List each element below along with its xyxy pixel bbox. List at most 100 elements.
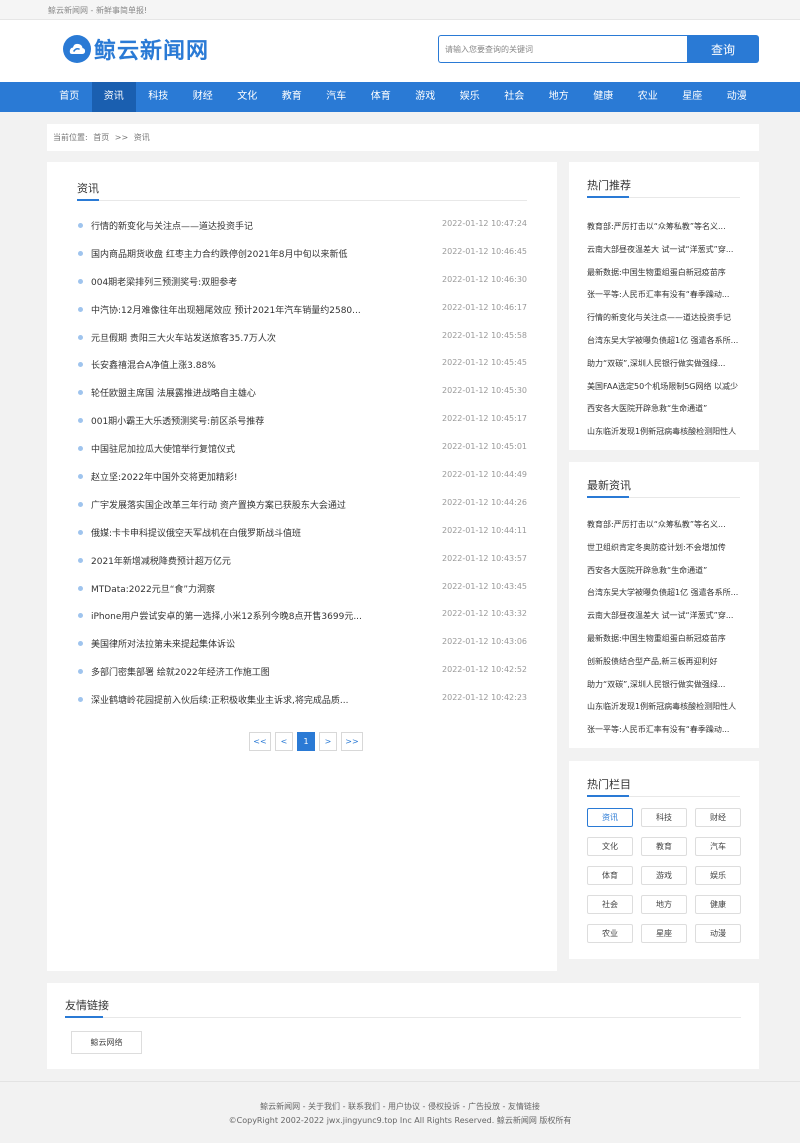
column-tag[interactable]: 科技 xyxy=(641,808,687,827)
article-title-link[interactable]: 行情的新变化与关注点——道达投资手记 xyxy=(91,219,253,232)
pager-button[interactable]: << xyxy=(249,732,271,751)
article-title-link[interactable]: 2021年新增减税降费预计超万亿元 xyxy=(91,554,231,567)
nav-item[interactable]: 健康 xyxy=(581,82,626,112)
search-button[interactable]: 查询 xyxy=(687,35,759,63)
hot-list-item[interactable]: 美国FAA选定50个机场限制5G网络 以减少 xyxy=(587,380,742,403)
hot-list-item[interactable]: 助力“双碳”,深圳人民银行做实做强绿... xyxy=(587,357,742,380)
hot-list-item[interactable]: 教育部:严厉打击以“众筹私教”等名义... xyxy=(587,220,742,243)
list-item[interactable]: 001期小霸王大乐透预测奖号:前区杀号推荐 2022-01-12 10:45:17 xyxy=(77,411,527,439)
list-item[interactable]: 中汽协:12月难像往年出现翘尾效应 预计2021年汽车销量约2580... 202… xyxy=(77,300,527,328)
article-title-link[interactable]: 多部门密集部署 绘就2022年经济工作施工图 xyxy=(91,665,270,678)
column-tag[interactable]: 地方 xyxy=(641,895,687,914)
footer-links[interactable]: 鲸云新闻网 - 关于我们 - 联系我们 - 用户协议 - 侵权投诉 - 广告投放… xyxy=(0,1101,800,1112)
column-tag[interactable]: 文化 xyxy=(587,837,633,856)
article-title-link[interactable]: 元旦假期 贵阳三大火车站发送旅客35.7万人次 xyxy=(91,331,276,344)
article-title-link[interactable]: 美国律所对法拉第未来提起集体诉讼 xyxy=(91,637,235,650)
column-tag[interactable]: 财经 xyxy=(695,808,741,827)
list-item[interactable]: 004期老梁排列三预测奖号:双胆参考 2022-01-12 10:46:30 xyxy=(77,272,527,300)
column-tag[interactable]: 体育 xyxy=(587,866,633,885)
article-title-link[interactable]: 长安鑫禧混合A净值上涨3.88% xyxy=(91,358,216,371)
column-tag[interactable]: 社会 xyxy=(587,895,633,914)
column-tag[interactable]: 农业 xyxy=(587,924,633,943)
column-tag[interactable]: 健康 xyxy=(695,895,741,914)
nav-item[interactable]: 星座 xyxy=(670,82,715,112)
list-item[interactable]: MTData:2022元旦“食”力洞察 2022-01-12 10:43:45 xyxy=(77,579,527,607)
nav-item[interactable]: 农业 xyxy=(626,82,671,112)
article-title-link[interactable]: 中汽协:12月难像往年出现翘尾效应 预计2021年汽车销量约2580... xyxy=(91,303,361,316)
nav-item[interactable]: 游戏 xyxy=(403,82,448,112)
column-tag[interactable]: 星座 xyxy=(641,924,687,943)
hot-list-item[interactable]: 山东临沂发现1例新冠病毒核酸检测阳性人 xyxy=(587,425,742,448)
article-title-link[interactable]: iPhone用户尝试安卓的第一选择,小米12系列今晚8点开售3699元... xyxy=(91,609,362,622)
latest-list-item[interactable]: 创新股债结合型产品,新三板再迎利好 xyxy=(587,655,742,678)
breadcrumb-current[interactable]: 资讯 xyxy=(134,133,150,142)
list-item[interactable]: 美国律所对法拉第未来提起集体诉讼 2022-01-12 10:43:06 xyxy=(77,634,527,662)
article-title-link[interactable]: 俄媒:卡卡申科提议俄空天军战机在白俄罗斯战斗值班 xyxy=(91,526,301,539)
hot-list-item[interactable]: 台湾东吴大学被曝负债超1亿 强遣各系所... xyxy=(587,334,742,357)
hot-list-item[interactable]: 云南大部昼夜温差大 试一试“洋葱式”穿... xyxy=(587,243,742,266)
nav-item[interactable]: 体育 xyxy=(359,82,404,112)
latest-list-item[interactable]: 世卫组织肯定冬奥防疫计划:不会增加传 xyxy=(587,541,742,564)
list-item[interactable]: 俄媒:卡卡申科提议俄空天军战机在白俄罗斯战斗值班 2022-01-12 10:44… xyxy=(77,523,527,551)
nav-item[interactable]: 地方 xyxy=(537,82,582,112)
column-tag[interactable]: 娱乐 xyxy=(695,866,741,885)
pager-button[interactable]: 1 xyxy=(297,732,315,751)
article-title-link[interactable]: 001期小霸王大乐透预测奖号:前区杀号推荐 xyxy=(91,414,264,427)
latest-list-item[interactable]: 张一平等:人民币汇率有没有“春季躁动... xyxy=(587,723,742,746)
hot-list-item[interactable]: 最新数据:中国生物重组蛋白新冠疫苗序 xyxy=(587,266,742,289)
hot-list-item[interactable]: 西安各大医院开辟急救“生命通道” xyxy=(587,402,742,425)
latest-list-item[interactable]: 教育部:严厉打击以“众筹私教”等名义... xyxy=(587,518,742,541)
latest-list-item[interactable]: 台湾东吴大学被曝负债超1亿 强遣各系所... xyxy=(587,586,742,609)
list-item[interactable]: 深业鹤塘岭花园提前入伙后续:正积极收集业主诉求,将完成品质... 2022-01-… xyxy=(77,690,527,718)
breadcrumb-home-link[interactable]: 首页 xyxy=(93,133,109,142)
list-item[interactable]: 广宇发展落实国企改革三年行动 资产置换方案已获股东大会通过 2022-01-12 … xyxy=(77,495,527,523)
pager-button[interactable]: > xyxy=(319,732,337,751)
article-title-link[interactable]: 广宇发展落实国企改革三年行动 资产置换方案已获股东大会通过 xyxy=(91,498,346,511)
pager-button[interactable]: < xyxy=(275,732,293,751)
list-item[interactable]: 长安鑫禧混合A净值上涨3.88% 2022-01-12 10:45:45 xyxy=(77,355,527,383)
latest-list-item[interactable]: 云南大部昼夜温差大 试一试“洋葱式”穿... xyxy=(587,609,742,632)
nav-item[interactable]: 科技 xyxy=(136,82,181,112)
pager-button[interactable]: >> xyxy=(341,732,363,751)
nav-item[interactable]: 娱乐 xyxy=(448,82,493,112)
latest-list-item[interactable]: 西安各大医院开辟急救“生命通道” xyxy=(587,564,742,587)
list-item[interactable]: 中国驻尼加拉瓜大使馆举行复馆仪式 2022-01-12 10:45:01 xyxy=(77,439,527,467)
latest-list-item[interactable]: 山东临沂发现1例新冠病毒核酸检测阳性人 xyxy=(587,700,742,723)
list-item[interactable]: 轮任欧盟主席国 法展露推进战略自主雄心 2022-01-12 10:45:30 xyxy=(77,383,527,411)
column-tag[interactable]: 游戏 xyxy=(641,866,687,885)
article-title-link[interactable]: 轮任欧盟主席国 法展露推进战略自主雄心 xyxy=(91,386,256,399)
nav-item[interactable]: 教育 xyxy=(270,82,315,112)
column-tag[interactable]: 资讯 xyxy=(587,808,633,827)
list-item[interactable]: 国内商品期货收盘 红枣主力合约跌停创2021年8月中旬以来新低 2022-01-1… xyxy=(77,244,527,272)
article-title-link[interactable]: 004期老梁排列三预测奖号:双胆参考 xyxy=(91,275,237,288)
column-tag[interactable]: 动漫 xyxy=(695,924,741,943)
list-item[interactable]: 赵立坚:2022年中国外交将更加精彩! 2022-01-12 10:44:49 xyxy=(77,467,527,495)
list-item[interactable]: iPhone用户尝试安卓的第一选择,小米12系列今晚8点开售3699元... 20… xyxy=(77,606,527,634)
article-title-link[interactable]: 深业鹤塘岭花园提前入伙后续:正积极收集业主诉求,将完成品质... xyxy=(91,693,348,706)
nav-item[interactable]: 社会 xyxy=(492,82,537,112)
hot-list-item[interactable]: 张一平等:人民币汇率有没有“春季躁动... xyxy=(587,288,742,311)
article-title-link[interactable]: 赵立坚:2022年中国外交将更加精彩! xyxy=(91,470,238,483)
column-tag[interactable]: 教育 xyxy=(641,837,687,856)
nav-item[interactable]: 动漫 xyxy=(715,82,760,112)
latest-list-item[interactable]: 助力“双碳”,深圳人民银行做实做强绿... xyxy=(587,678,742,701)
list-item[interactable]: 多部门密集部署 绘就2022年经济工作施工图 2022-01-12 10:42:5… xyxy=(77,662,527,690)
nav-item[interactable]: 文化 xyxy=(225,82,270,112)
nav-item[interactable]: 资讯 xyxy=(91,82,136,112)
latest-list-item[interactable]: 最新数据:中国生物重组蛋白新冠疫苗序 xyxy=(587,632,742,655)
nav-item[interactable]: 首页 xyxy=(47,82,92,112)
article-title-link[interactable]: MTData:2022元旦“食”力洞察 xyxy=(91,582,215,595)
hot-list-item[interactable]: 行情的新变化与关注点——道达投资手记 xyxy=(587,311,742,334)
list-item[interactable]: 2021年新增减税降费预计超万亿元 2022-01-12 10:43:57 xyxy=(77,551,527,579)
column-tag[interactable]: 汽车 xyxy=(695,837,741,856)
nav-item[interactable]: 汽车 xyxy=(314,82,359,112)
search-input[interactable] xyxy=(438,35,687,63)
list-item[interactable]: 元旦假期 贵阳三大火车站发送旅客35.7万人次 2022-01-12 10:45:… xyxy=(77,328,527,356)
friend-links-divider xyxy=(65,1016,741,1018)
nav-item[interactable]: 财经 xyxy=(181,82,226,112)
list-item[interactable]: 行情的新变化与关注点——道达投资手记 2022-01-12 10:47:24 xyxy=(77,216,527,244)
site-logo[interactable]: 鲸云新闻网 xyxy=(62,33,209,65)
friend-link-item[interactable]: 鲸云网络 xyxy=(71,1031,142,1054)
article-title-link[interactable]: 中国驻尼加拉瓜大使馆举行复馆仪式 xyxy=(91,442,235,455)
article-title-link[interactable]: 国内商品期货收盘 红枣主力合约跌停创2021年8月中旬以来新低 xyxy=(91,247,348,260)
